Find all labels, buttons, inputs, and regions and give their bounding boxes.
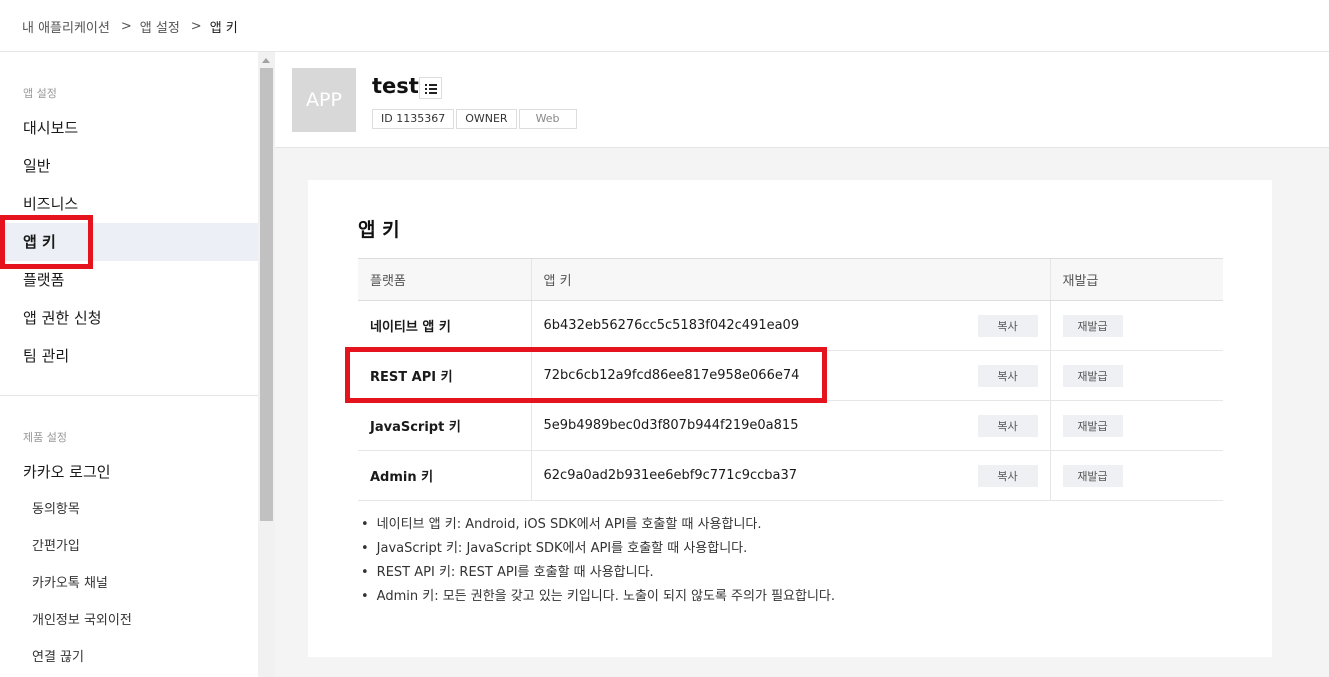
- table-row: JavaScript 키 5e9b4989bec0d3f807b944f219e…: [358, 400, 1223, 451]
- scroll-up-arrow-icon[interactable]: [262, 58, 270, 63]
- column-header-key: 앱 키: [530, 258, 1050, 301]
- key-cell: 5e9b4989bec0d3f807b944f219e0a815 복사: [530, 400, 1050, 451]
- sidebar-item-app-keys[interactable]: 앱 키: [0, 223, 258, 261]
- sidebar-item-business[interactable]: 비즈니스: [0, 185, 258, 223]
- app-id-badge: ID 1135367: [372, 109, 455, 129]
- sidebar-item-platform[interactable]: 플랫폼: [0, 261, 258, 299]
- list-icon: [425, 84, 437, 94]
- key-cell: 62c9a0ad2b931ee6ebf9c771c9ccba37 복사: [530, 450, 1050, 501]
- sidebar-item-kakao-login[interactable]: 카카오 로그인: [0, 453, 258, 491]
- reissue-button[interactable]: 재발급: [1062, 364, 1123, 387]
- platform-name: 네이티브 앱 키: [358, 300, 531, 351]
- sidebar-scrollbar[interactable]: [258, 52, 275, 677]
- app-name: test: [372, 74, 419, 98]
- breadcrumb-app-keys: 앱 키: [209, 21, 238, 36]
- copy-button[interactable]: 복사: [977, 465, 1038, 487]
- sidebar-subitem-unlink[interactable]: 연결 끊기: [0, 639, 258, 676]
- breadcrumb-my-apps[interactable]: 내 애플리케이션: [22, 17, 110, 36]
- copy-button[interactable]: 복사: [977, 415, 1038, 437]
- key-usage-notes: 네이티브 앱 키: Android, iOS SDK에서 API를 호출할 때 …: [361, 513, 835, 609]
- sidebar-subitem-kakaotalk-channel[interactable]: 카카오톡 채널: [0, 565, 258, 602]
- platform-name: JavaScript 키: [358, 400, 531, 451]
- breadcrumb-separator: >: [120, 19, 132, 34]
- key-cell: 72bc6cb12a9fcd86ee817e958e066e74 복사: [530, 350, 1050, 401]
- sidebar: 앱 설정 대시보드 일반 비즈니스 앱 키 플랫폼 앱 권한 신청 팀 관리 제…: [0, 52, 258, 677]
- app-key-value: 62c9a0ad2b931ee6ebf9c771c9ccba37: [543, 468, 798, 483]
- sidebar-divider: [0, 395, 258, 396]
- breadcrumb-app-settings[interactable]: 앱 설정: [140, 17, 180, 36]
- role-badge: OWNER: [456, 109, 517, 129]
- platform-badge: Web: [518, 109, 577, 129]
- app-keys-table: 플랫폼 앱 키 재발급 네이티브 앱 키 6b432eb56276cc5c518…: [358, 258, 1223, 501]
- reissue-cell: 재발급: [1049, 400, 1223, 451]
- copy-button[interactable]: 복사: [977, 315, 1038, 337]
- column-header-reissue: 재발급: [1049, 258, 1223, 301]
- app-key-value: 6b432eb56276cc5c5183f042c491ea09: [543, 318, 800, 333]
- table-row: REST API 키 72bc6cb12a9fcd86ee817e958e066…: [358, 350, 1223, 401]
- reissue-cell: 재발급: [1049, 300, 1223, 351]
- sidebar-subitem-consent[interactable]: 동의항목: [0, 491, 258, 528]
- note-item: REST API 키: REST API를 호출할 때 사용합니다.: [361, 561, 835, 585]
- platform-name: REST API 키: [358, 350, 531, 401]
- section-label-product-settings: 제품 설정: [23, 431, 67, 444]
- reissue-cell: 재발급: [1049, 350, 1223, 401]
- sidebar-item-app-permission[interactable]: 앱 권한 신청: [0, 299, 258, 337]
- column-header-platform: 플랫폼: [358, 258, 531, 301]
- app-menu-button[interactable]: [419, 77, 442, 99]
- main-content: APP test ID 1135367 OWNER Web 앱 키 플랫폼 앱 …: [275, 52, 1329, 677]
- app-key-value: 72bc6cb12a9fcd86ee817e958e066e74: [543, 368, 800, 383]
- note-item: 네이티브 앱 키: Android, iOS SDK에서 API를 호출할 때 …: [361, 513, 835, 537]
- platform-name: Admin 키: [358, 450, 531, 501]
- app-header: APP test ID 1135367 OWNER Web: [275, 52, 1329, 148]
- note-item: Admin 키: 모든 권한을 갖고 있는 키입니다. 노출이 되지 않도록 주…: [361, 585, 835, 609]
- table-header-row: 플랫폼 앱 키 재발급: [358, 258, 1223, 301]
- top-bar: 내 애플리케이션 > 앱 설정 > 앱 키: [0, 0, 1329, 52]
- key-cell: 6b432eb56276cc5c5183f042c491ea09 복사: [530, 300, 1050, 351]
- card-title: 앱 키: [358, 219, 400, 241]
- sidebar-item-dashboard[interactable]: 대시보드: [0, 109, 258, 147]
- breadcrumb-separator: >: [190, 19, 202, 34]
- reissue-cell: 재발급: [1049, 450, 1223, 501]
- app-keys-card: 앱 키 플랫폼 앱 키 재발급 네이티브 앱 키 6b432eb56276cc5…: [308, 180, 1272, 657]
- app-thumbnail: APP: [292, 68, 356, 132]
- section-label-app-settings: 앱 설정: [23, 87, 57, 100]
- reissue-button[interactable]: 재발급: [1062, 464, 1123, 487]
- app-tags: ID 1135367 OWNER Web: [372, 109, 579, 129]
- scroll-thumb[interactable]: [260, 68, 273, 521]
- reissue-button[interactable]: 재발급: [1062, 414, 1123, 437]
- copy-button[interactable]: 복사: [977, 365, 1038, 387]
- sidebar-subitem-simple-signup[interactable]: 간편가입: [0, 528, 258, 565]
- app-key-value: 5e9b4989bec0d3f807b944f219e0a815: [543, 418, 799, 433]
- reissue-button[interactable]: 재발급: [1062, 314, 1123, 337]
- sidebar-item-general[interactable]: 일반: [0, 147, 258, 185]
- note-item: JavaScript 키: JavaScript SDK에서 API를 호출할 …: [361, 537, 835, 561]
- breadcrumb: 내 애플리케이션 > 앱 설정 > 앱 키: [22, 17, 238, 36]
- table-row: Admin 키 62c9a0ad2b931ee6ebf9c771c9ccba37…: [358, 450, 1223, 501]
- sidebar-subitem-overseas-transfer[interactable]: 개인정보 국외이전: [0, 602, 258, 639]
- sidebar-item-team[interactable]: 팀 관리: [0, 337, 258, 375]
- table-row: 네이티브 앱 키 6b432eb56276cc5c5183f042c491ea0…: [358, 300, 1223, 351]
